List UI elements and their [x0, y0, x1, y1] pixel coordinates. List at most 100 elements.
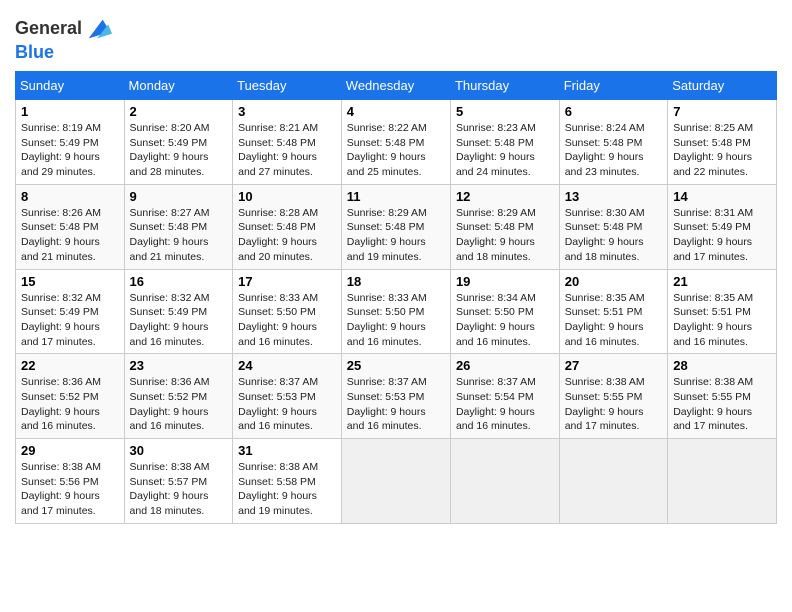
logo-text: General	[15, 19, 82, 39]
calendar-cell: 19 Sunrise: 8:34 AMSunset: 5:50 PMDayligh…	[450, 269, 559, 354]
cell-sun-info: Sunrise: 8:29 AMSunset: 5:48 PMDaylight:…	[456, 206, 554, 265]
cell-sun-info: Sunrise: 8:29 AMSunset: 5:48 PMDaylight:…	[347, 206, 445, 265]
calendar-cell: 10Sunrise: 8:28 AMSunset: 5:48 PMDayligh…	[233, 184, 342, 269]
calendar-cell	[559, 439, 668, 524]
logo-text-blue: Blue	[15, 42, 54, 62]
day-number: 9	[130, 189, 228, 204]
calendar-cell: 30 Sunrise: 8:38 AMSunset: 5:57 PMDayligh…	[124, 439, 233, 524]
cell-sun-info: Sunrise: 8:31 AMSunset: 5:49 PMDaylight:…	[673, 206, 771, 265]
calendar-cell: 23 Sunrise: 8:36 AMSunset: 5:52 PMDayligh…	[124, 354, 233, 439]
weekday-header-tuesday: Tuesday	[233, 72, 342, 100]
calendar-cell: 20Sunrise: 8:35 AMSunset: 5:51 PMDayligh…	[559, 269, 668, 354]
day-number: 30	[130, 443, 228, 458]
day-number: 25	[347, 358, 445, 373]
cell-sun-info: Sunrise: 8:36 AMSunset: 5:52 PMDaylight:…	[130, 375, 228, 434]
day-number: 14	[673, 189, 771, 204]
day-number: 21	[673, 274, 771, 289]
calendar-cell: 24Sunrise: 8:37 AMSunset: 5:53 PMDayligh…	[233, 354, 342, 439]
calendar-body: 1Sunrise: 8:19 AMSunset: 5:49 PMDaylight…	[16, 100, 777, 524]
weekday-header-monday: Monday	[124, 72, 233, 100]
day-number: 23	[130, 358, 228, 373]
calendar-cell: 14 Sunrise: 8:31 AMSunset: 5:49 PMDayligh…	[668, 184, 777, 269]
calendar-table: SundayMondayTuesdayWednesdayThursdayFrid…	[15, 71, 777, 524]
calendar-cell: 7 Sunrise: 8:25 AMSunset: 5:48 PMDaylight…	[668, 100, 777, 185]
cell-sun-info: Sunrise: 8:33 AMSunset: 5:50 PMDaylight:…	[238, 291, 336, 350]
calendar-cell: 22 Sunrise: 8:36 AMSunset: 5:52 PMDayligh…	[16, 354, 125, 439]
day-number: 26	[456, 358, 554, 373]
calendar-cell: 12 Sunrise: 8:29 AMSunset: 5:48 PMDayligh…	[450, 184, 559, 269]
calendar-cell: 5 Sunrise: 8:23 AMSunset: 5:48 PMDaylight…	[450, 100, 559, 185]
day-number: 13	[565, 189, 663, 204]
cell-sun-info: Sunrise: 8:38 AMSunset: 5:58 PMDaylight:…	[238, 460, 336, 519]
calendar-cell: 4Sunrise: 8:22 AMSunset: 5:48 PMDaylight…	[341, 100, 450, 185]
cell-sun-info: Sunrise: 8:35 AMSunset: 5:51 PMDaylight:…	[565, 291, 663, 350]
calendar-cell: 26Sunrise: 8:37 AMSunset: 5:54 PMDayligh…	[450, 354, 559, 439]
day-number: 22	[21, 358, 119, 373]
calendar-cell: 9Sunrise: 8:27 AMSunset: 5:48 PMDaylight…	[124, 184, 233, 269]
cell-sun-info: Sunrise: 8:36 AMSunset: 5:52 PMDaylight:…	[21, 375, 119, 434]
calendar-cell: 13 Sunrise: 8:30 AMSunset: 5:48 PMDayligh…	[559, 184, 668, 269]
cell-sun-info: Sunrise: 8:35 AMSunset: 5:51 PMDaylight:…	[673, 291, 771, 350]
day-number: 27	[565, 358, 663, 373]
day-number: 11	[347, 189, 445, 204]
day-number: 12	[456, 189, 554, 204]
day-number: 8	[21, 189, 119, 204]
calendar-cell: 31 Sunrise: 8:38 AMSunset: 5:58 PMDayligh…	[233, 439, 342, 524]
weekday-header-sunday: Sunday	[16, 72, 125, 100]
cell-sun-info: Sunrise: 8:37 AMSunset: 5:53 PMDaylight:…	[347, 375, 445, 434]
cell-sun-info: Sunrise: 8:26 AMSunset: 5:48 PMDaylight:…	[21, 206, 119, 265]
day-number: 17	[238, 274, 336, 289]
day-number: 28	[673, 358, 771, 373]
calendar-cell: 27 Sunrise: 8:38 AMSunset: 5:55 PMDayligh…	[559, 354, 668, 439]
calendar-cell: 2 Sunrise: 8:20 AMSunset: 5:49 PMDaylight…	[124, 100, 233, 185]
calendar-cell: 17 Sunrise: 8:33 AMSunset: 5:50 PMDayligh…	[233, 269, 342, 354]
cell-sun-info: Sunrise: 8:23 AMSunset: 5:48 PMDaylight:…	[456, 121, 554, 180]
day-number: 15	[21, 274, 119, 289]
day-number: 18	[347, 274, 445, 289]
calendar-cell: 25 Sunrise: 8:37 AMSunset: 5:53 PMDayligh…	[341, 354, 450, 439]
calendar-cell: 8 Sunrise: 8:26 AMSunset: 5:48 PMDaylight…	[16, 184, 125, 269]
day-number: 6	[565, 104, 663, 119]
calendar-cell: 28 Sunrise: 8:38 AMSunset: 5:55 PMDayligh…	[668, 354, 777, 439]
day-number: 3	[238, 104, 336, 119]
day-number: 2	[130, 104, 228, 119]
page-header: General Blue	[15, 10, 777, 63]
calendar-week-1: 1Sunrise: 8:19 AMSunset: 5:49 PMDaylight…	[16, 100, 777, 185]
day-number: 7	[673, 104, 771, 119]
calendar-cell: 11 Sunrise: 8:29 AMSunset: 5:48 PMDayligh…	[341, 184, 450, 269]
day-number: 1	[21, 104, 119, 119]
cell-sun-info: Sunrise: 8:38 AMSunset: 5:57 PMDaylight:…	[130, 460, 228, 519]
weekday-header-wednesday: Wednesday	[341, 72, 450, 100]
weekday-header-thursday: Thursday	[450, 72, 559, 100]
cell-sun-info: Sunrise: 8:21 AMSunset: 5:48 PMDaylight:…	[238, 121, 336, 180]
day-number: 29	[21, 443, 119, 458]
cell-sun-info: Sunrise: 8:30 AMSunset: 5:48 PMDaylight:…	[565, 206, 663, 265]
calendar-cell	[450, 439, 559, 524]
cell-sun-info: Sunrise: 8:38 AMSunset: 5:55 PMDaylight:…	[565, 375, 663, 434]
weekday-header-friday: Friday	[559, 72, 668, 100]
day-number: 19	[456, 274, 554, 289]
weekday-header-saturday: Saturday	[668, 72, 777, 100]
cell-sun-info: Sunrise: 8:38 AMSunset: 5:55 PMDaylight:…	[673, 375, 771, 434]
calendar-cell: 29Sunrise: 8:38 AMSunset: 5:56 PMDayligh…	[16, 439, 125, 524]
day-number: 5	[456, 104, 554, 119]
day-number: 4	[347, 104, 445, 119]
logo-icon	[84, 15, 112, 43]
cell-sun-info: Sunrise: 8:34 AMSunset: 5:50 PMDaylight:…	[456, 291, 554, 350]
calendar-cell	[668, 439, 777, 524]
calendar-week-4: 22 Sunrise: 8:36 AMSunset: 5:52 PMDayligh…	[16, 354, 777, 439]
day-number: 31	[238, 443, 336, 458]
cell-sun-info: Sunrise: 8:32 AMSunset: 5:49 PMDaylight:…	[130, 291, 228, 350]
calendar-cell: 3 Sunrise: 8:21 AMSunset: 5:48 PMDaylight…	[233, 100, 342, 185]
cell-sun-info: Sunrise: 8:25 AMSunset: 5:48 PMDaylight:…	[673, 121, 771, 180]
cell-sun-info: Sunrise: 8:28 AMSunset: 5:48 PMDaylight:…	[238, 206, 336, 265]
cell-sun-info: Sunrise: 8:20 AMSunset: 5:49 PMDaylight:…	[130, 121, 228, 180]
calendar-header-row: SundayMondayTuesdayWednesdayThursdayFrid…	[16, 72, 777, 100]
day-number: 16	[130, 274, 228, 289]
calendar-week-3: 15 Sunrise: 8:32 AMSunset: 5:49 PMDayligh…	[16, 269, 777, 354]
calendar-week-5: 29Sunrise: 8:38 AMSunset: 5:56 PMDayligh…	[16, 439, 777, 524]
calendar-cell: 18Sunrise: 8:33 AMSunset: 5:50 PMDayligh…	[341, 269, 450, 354]
calendar-cell: 6 Sunrise: 8:24 AMSunset: 5:48 PMDaylight…	[559, 100, 668, 185]
calendar-cell	[341, 439, 450, 524]
cell-sun-info: Sunrise: 8:24 AMSunset: 5:48 PMDaylight:…	[565, 121, 663, 180]
